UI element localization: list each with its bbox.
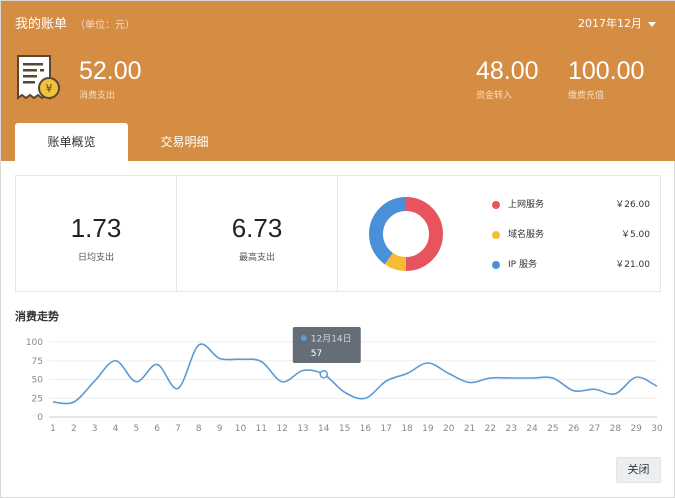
tab-bar: 账单概览 交易明细 xyxy=(15,123,241,161)
x-tick-label: 16 xyxy=(360,424,372,434)
x-tick-label: 29 xyxy=(630,424,642,434)
chart-tooltip: 12月14日 57 xyxy=(292,327,361,363)
x-tick-label: 1 xyxy=(50,424,56,434)
x-tick-label: 22 xyxy=(485,424,496,434)
legend-value: ￥21.00 xyxy=(615,260,650,270)
x-tick-label: 10 xyxy=(235,424,247,434)
x-tick-label: 5 xyxy=(133,424,139,434)
legend-name: 域名服务 xyxy=(508,230,545,240)
breakdown-legend: 上网服务 ￥26.00 域名服务 ￥5.00 IP 服务 ￥21.00 xyxy=(490,196,650,286)
x-tick-label: 18 xyxy=(401,424,413,434)
x-tick-label: 17 xyxy=(381,424,392,434)
y-tick-label: 0 xyxy=(37,413,43,423)
x-tick-label: 24 xyxy=(526,424,538,434)
bill-window: 我的账单 （单位：元） 2017年12月 ¥ 52.00 消费支出 48.00 资… xyxy=(0,0,675,498)
x-tick-label: 6 xyxy=(154,424,160,434)
recharge-label: 缴费充值 xyxy=(568,91,605,101)
x-tick-label: 7 xyxy=(175,424,181,434)
max-card: 6.73 最高支出 xyxy=(177,176,338,291)
x-tick-label: 4 xyxy=(113,424,119,434)
legend-name: 上网服务 xyxy=(508,200,545,210)
x-tick-label: 28 xyxy=(610,424,622,434)
x-tick-label: 11 xyxy=(256,424,267,434)
x-tick-label: 26 xyxy=(568,424,580,434)
svg-text:¥: ¥ xyxy=(46,82,53,95)
legend-item: 上网服务 ￥26.00 xyxy=(490,196,650,226)
recharge-value: 100.00 xyxy=(568,57,645,85)
tab-details[interactable]: 交易明细 xyxy=(128,123,241,161)
data-point[interactable] xyxy=(319,370,329,379)
daily-avg-card: 1.73 日均支出 xyxy=(16,176,177,291)
legend-dot xyxy=(492,261,500,269)
y-tick-label: 100 xyxy=(26,338,43,348)
y-tick-label: 75 xyxy=(32,357,43,367)
spend-value: 52.00 xyxy=(79,57,142,85)
x-tick-label: 13 xyxy=(297,424,308,434)
legend-value: ￥26.00 xyxy=(615,200,650,210)
spend-stat: 52.00 消费支出 xyxy=(79,56,142,101)
breakdown-donut xyxy=(369,197,443,271)
page-title: 我的账单 （单位：元） xyxy=(15,13,135,32)
trend-chart: 02550751001 2 3 4 5 6 7 8 9 10 11 12 13 14 15 16 17 18 19 2… xyxy=(26,327,663,434)
x-tick-label: 27 xyxy=(589,424,600,434)
legend-dot xyxy=(492,231,500,239)
x-tick-label: 30 xyxy=(651,424,663,434)
daily-avg-label: 日均支出 xyxy=(77,253,114,263)
max-label: 最高支出 xyxy=(238,253,275,263)
tooltip-value: 57 xyxy=(311,349,322,359)
x-tick-label: 12 xyxy=(276,424,287,434)
title-text: 我的账单 xyxy=(15,17,68,32)
legend-value: ￥5.00 xyxy=(620,230,650,240)
x-tick-label: 20 xyxy=(443,424,455,434)
x-tick-label: 14 xyxy=(318,424,330,434)
caret-down-icon xyxy=(648,21,656,27)
tab-overview[interactable]: 账单概览 xyxy=(15,123,128,161)
unit-label: （单位：元） xyxy=(75,20,136,31)
header-panel: 我的账单 （单位：元） 2017年12月 ¥ 52.00 消费支出 48.00 资… xyxy=(1,1,675,161)
recharge-stat: 100.00 缴费充值 xyxy=(568,56,644,101)
x-tick-label: 2 xyxy=(71,424,77,434)
transfer-label: 资金转入 xyxy=(476,91,513,101)
x-tick-label: 19 xyxy=(422,424,434,434)
summary-cards: 1.73 日均支出 6.73 最高支出 上网服务 ￥26.00 域名服务 ￥5.… xyxy=(15,175,661,292)
transfer-stat: 48.00 资金转入 xyxy=(476,56,539,101)
trend-title: 消费走势 xyxy=(15,310,59,323)
legend-item: 域名服务 ￥5.00 xyxy=(490,226,650,256)
x-tick-label: 21 xyxy=(464,424,475,434)
legend-name: IP 服务 xyxy=(508,260,537,270)
tooltip-box xyxy=(292,327,361,363)
x-tick-label: 25 xyxy=(547,424,558,434)
legend-item: IP 服务 ￥21.00 xyxy=(490,256,650,286)
max-value: 6.73 xyxy=(231,213,283,243)
x-tick-label: 9 xyxy=(217,424,223,434)
receipt-icon: ¥ xyxy=(17,55,60,100)
daily-avg-value: 1.73 xyxy=(70,213,122,243)
y-tick-label: 25 xyxy=(32,394,43,404)
legend-dot xyxy=(492,201,500,209)
month-label: 2017年12月 xyxy=(578,17,642,30)
y-tick-label: 50 xyxy=(32,376,44,386)
tooltip-dot xyxy=(300,335,307,341)
x-tick-label: 8 xyxy=(196,424,202,434)
month-selector[interactable]: 2017年12月 xyxy=(578,15,656,31)
transfer-value: 48.00 xyxy=(476,57,539,85)
spend-label: 消费支出 xyxy=(79,91,116,101)
tooltip-date: 12月14日 xyxy=(311,334,352,345)
x-tick-label: 3 xyxy=(92,424,98,434)
breakdown-card: 上网服务 ￥26.00 域名服务 ￥5.00 IP 服务 ￥21.00 xyxy=(338,176,660,291)
x-tick-label: 23 xyxy=(505,424,516,434)
x-tick-label: 15 xyxy=(339,424,350,434)
close-button[interactable]: 关闭 xyxy=(616,457,661,483)
